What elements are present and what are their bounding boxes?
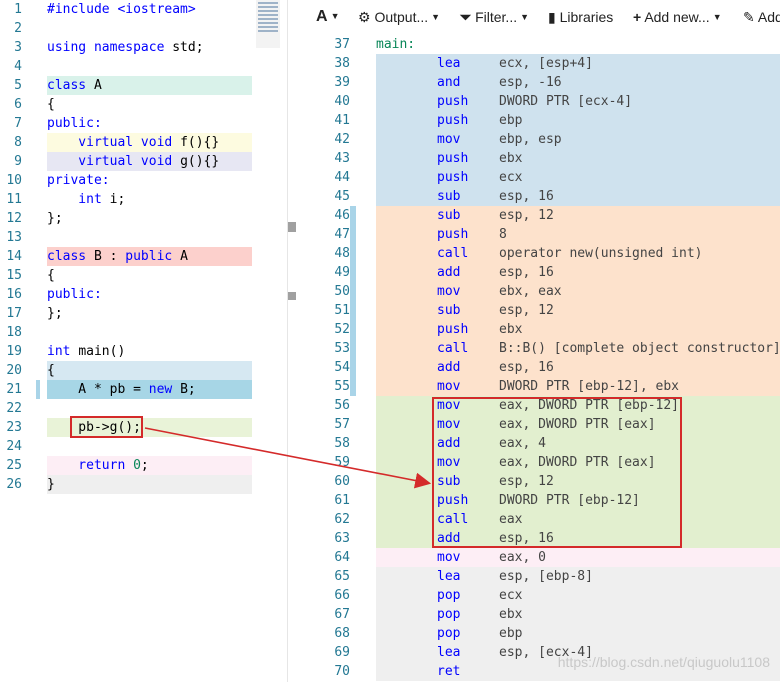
- annotation-arrow: [144, 427, 432, 489]
